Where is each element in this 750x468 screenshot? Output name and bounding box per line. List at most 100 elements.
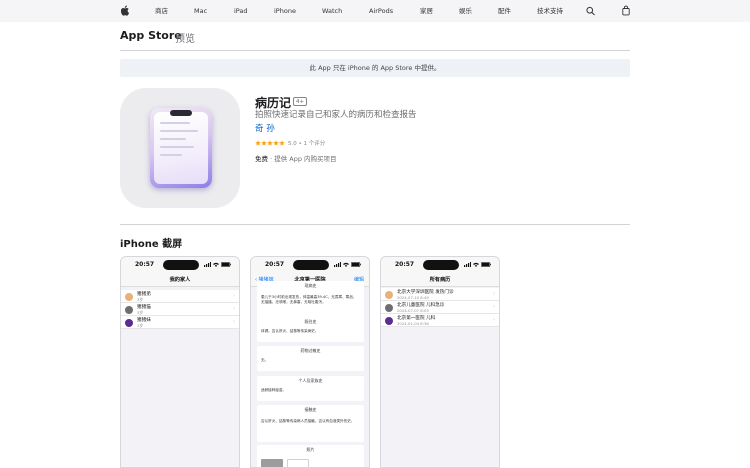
wifi-icon bbox=[213, 262, 219, 267]
record-section-card: 个人及家族史 适龄接种疫苗。 bbox=[257, 376, 364, 401]
app-subtitle: 拍照快速记录自己和家人的病历和检查报告 bbox=[255, 110, 417, 120]
record-date: 2024-07-10 8:49 bbox=[397, 294, 429, 300]
developer-link[interactable]: 奇 孙 bbox=[255, 122, 275, 134]
section-body: 患儿于3小时前出现发热，体温最高39.4C，无畏寒、寒战，无抽搐，无咳嗽，无鼻塞… bbox=[261, 295, 357, 304]
family-list: 猪猪弟 3岁 › 猪猪猫 3岁 › 猪猪妹 2岁 › bbox=[121, 290, 239, 329]
screenshot-2[interactable]: 20:57 ‹ 猪猪妹 北京第一医院 编辑 现病史 患儿于3小时前出现发热，体温… bbox=[250, 256, 370, 468]
shopping-bag-icon[interactable] bbox=[622, 5, 630, 16]
price-info: 免费 · 提供 App 内购买项目 bbox=[255, 153, 337, 163]
wifi-icon bbox=[343, 262, 349, 267]
nav-item-watch[interactable]: Watch bbox=[322, 0, 342, 22]
status-time: 20:57 bbox=[265, 261, 285, 268]
screenshot-3[interactable]: 20:57 所有病历 北京大学深圳医院 发热门诊 2024-07-10 8:49… bbox=[380, 256, 500, 468]
status-time: 20:57 bbox=[395, 261, 415, 268]
rating-text: 5.0 • 1 个评分 bbox=[288, 141, 326, 147]
list-item[interactable]: 北京第一医院 儿科 2024-01-04 8:36 › bbox=[381, 314, 499, 327]
rating-stars bbox=[255, 140, 285, 146]
chevron-right-icon: › bbox=[233, 306, 235, 312]
section-title: 个人及家族史 bbox=[298, 378, 323, 383]
nav-item-entertainment[interactable]: 娱乐 bbox=[459, 0, 472, 22]
screenshot-1[interactable]: 20:57 我的家人 猪猪弟 3岁 › 猪猪猫 3岁 › 猪猪妹 2岁 › bbox=[120, 256, 240, 468]
star-icon bbox=[279, 140, 285, 146]
record-section-card: 照片 bbox=[257, 445, 364, 467]
add-photo-button[interactable] bbox=[287, 459, 309, 467]
records-list: 北京大学深圳医院 发热门诊 2024-07-10 8:49 › 北京儿童医院 儿… bbox=[381, 288, 499, 327]
status-bar: 20:57 bbox=[381, 257, 499, 273]
signal-icon bbox=[464, 262, 471, 267]
list-item[interactable]: 猪猪妹 2岁 › bbox=[121, 316, 239, 329]
record-section-card: 接触史 否认肝炎、结核等传染病人员接触，否认有血液类外伤史。 bbox=[257, 405, 364, 442]
screenshots-title: iPhone 截屏 bbox=[120, 239, 183, 250]
nav-item-accessories[interactable]: 配件 bbox=[498, 0, 511, 22]
section-title: 药物过敏史 bbox=[300, 348, 321, 353]
rating-row: 5.0 • 1 个评分 bbox=[255, 139, 325, 147]
nav-item-airpods[interactable]: AirPods bbox=[369, 0, 393, 22]
status-time: 20:57 bbox=[135, 261, 155, 268]
chevron-right-icon: › bbox=[493, 291, 495, 297]
section-divider bbox=[120, 224, 630, 225]
dynamic-island bbox=[163, 260, 199, 270]
nav-item-ipad[interactable]: iPad bbox=[234, 0, 248, 22]
avatar bbox=[125, 292, 133, 301]
nav-title: 我的家人 bbox=[169, 277, 191, 283]
avatar bbox=[385, 290, 393, 299]
record-section-card: 药物过敏史 无。 bbox=[257, 346, 364, 371]
nav-bar: 我的家人 bbox=[121, 273, 239, 287]
list-item[interactable]: 北京大学深圳医院 发热门诊 2024-07-10 8:49 › bbox=[381, 288, 499, 301]
section-title: 现病史 bbox=[304, 283, 317, 288]
record-photo[interactable] bbox=[261, 459, 283, 467]
section-body: 体健。否认肝炎、结核等传染病史。 bbox=[261, 329, 319, 333]
section-title: 既往史 bbox=[304, 319, 317, 324]
nav-item-home[interactable]: 家居 bbox=[420, 0, 433, 22]
app-icon bbox=[120, 88, 240, 208]
nav-item-iphone[interactable]: iPhone bbox=[274, 0, 296, 22]
record-date: 2024-01-04 8:36 bbox=[397, 320, 429, 326]
chevron-right-icon: › bbox=[233, 319, 235, 325]
chevron-right-icon: › bbox=[493, 317, 495, 323]
battery-icon bbox=[221, 262, 231, 267]
list-item[interactable]: 猪猪弟 3岁 › bbox=[121, 290, 239, 303]
global-nav: 商店 Mac iPad iPhone Watch AirPods 家居 娱乐 配… bbox=[0, 0, 750, 22]
app-icon-phone-graphic bbox=[150, 108, 212, 188]
battery-icon bbox=[481, 262, 491, 267]
chevron-right-icon: › bbox=[493, 304, 495, 310]
wifi-icon bbox=[473, 262, 479, 267]
member-age: 3岁 bbox=[137, 296, 144, 302]
list-item[interactable]: 猪猪猫 3岁 › bbox=[121, 303, 239, 316]
list-item[interactable]: 北京儿童医院 儿科急诊 2024-07-07 8:03 › bbox=[381, 301, 499, 314]
nav-item-store[interactable]: 商店 bbox=[155, 0, 168, 22]
search-icon[interactable] bbox=[586, 6, 595, 16]
nav-item-support[interactable]: 技术支持 bbox=[537, 0, 563, 22]
section-body: 无。 bbox=[261, 358, 269, 362]
member-age: 2岁 bbox=[137, 322, 144, 328]
chevron-right-icon: › bbox=[233, 293, 235, 299]
avatar bbox=[125, 318, 133, 327]
nav-bar: 所有病历 bbox=[381, 273, 499, 287]
section-body: 否认肝炎、结核等传染病人员接触，否认有血液类外伤史。 bbox=[261, 419, 355, 423]
nav-item-mac[interactable]: Mac bbox=[194, 0, 207, 22]
nav-title: 所有病历 bbox=[429, 277, 451, 283]
dynamic-island bbox=[293, 260, 329, 270]
apple-logo-icon[interactable] bbox=[121, 5, 129, 16]
record-date: 2024-07-07 8:03 bbox=[397, 307, 429, 313]
status-bar: 20:57 bbox=[121, 257, 239, 273]
app-store-brand[interactable]: App Store bbox=[120, 29, 182, 42]
member-age: 3岁 bbox=[137, 309, 144, 315]
signal-icon bbox=[204, 262, 211, 267]
app-store-header: App Store 预览 bbox=[120, 29, 630, 51]
avatar bbox=[385, 303, 393, 312]
signal-icon bbox=[334, 262, 341, 267]
avatar bbox=[385, 316, 393, 325]
price-label: 免费 bbox=[255, 155, 268, 163]
section-body: 适龄接种疫苗。 bbox=[261, 388, 287, 392]
avatar bbox=[125, 305, 133, 314]
dynamic-island bbox=[423, 260, 459, 270]
record-section-card: 既往史 体健。否认肝炎、结核等传染病史。 bbox=[257, 317, 364, 342]
availability-banner: 此 App 只在 iPhone 的 App Store 中提供。 bbox=[120, 59, 630, 77]
section-title: 接触史 bbox=[304, 407, 317, 412]
preview-label: 预览 bbox=[175, 34, 195, 45]
section-title: 照片 bbox=[306, 447, 315, 452]
status-bar: 20:57 bbox=[251, 257, 369, 273]
in-app-purchase-label: · 提供 App 内购买项目 bbox=[268, 155, 337, 163]
battery-icon bbox=[351, 262, 361, 267]
